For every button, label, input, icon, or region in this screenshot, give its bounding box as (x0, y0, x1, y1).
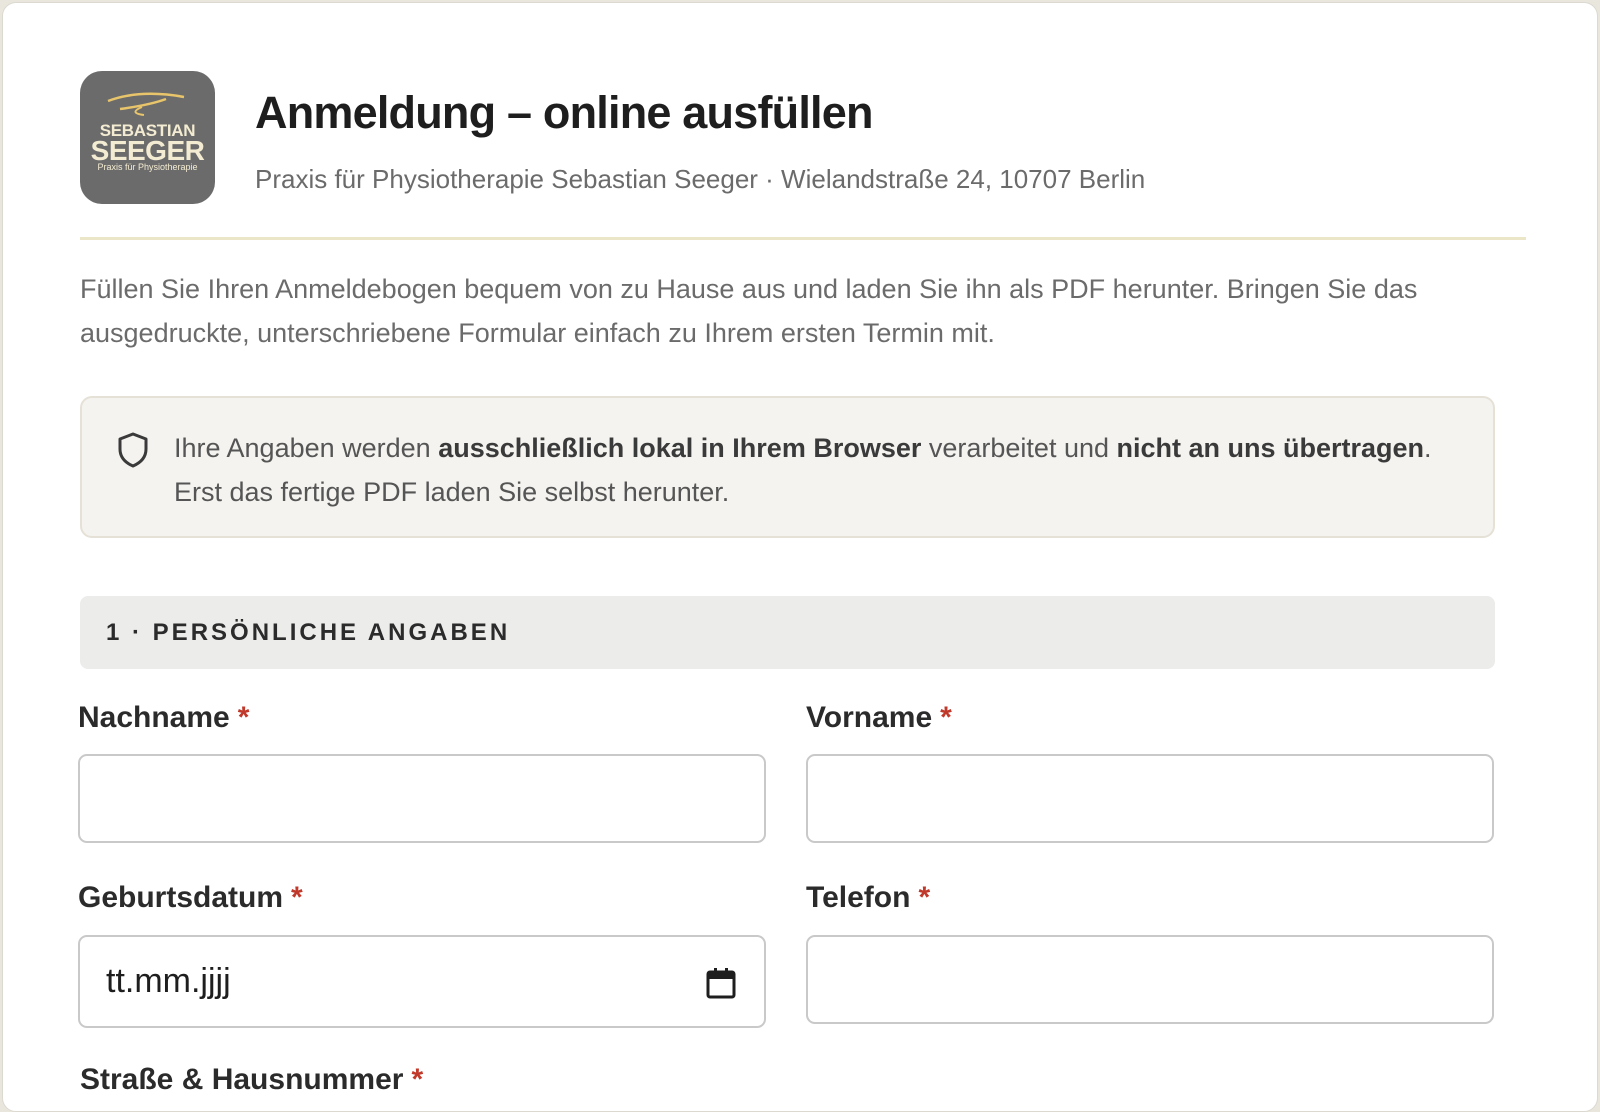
page-subtitle: Praxis für Physiotherapie Sebastian Seeg… (255, 164, 1146, 194)
page-header: SEBASTIAN SEEGER Praxis für Physiotherap… (80, 71, 1526, 240)
practice-logo: SEBASTIAN SEEGER Praxis für Physiotherap… (80, 71, 215, 204)
privacy-notice-text: Ihre Angaben werden ausschließlich lokal… (174, 426, 1464, 514)
intro-text: Füllen Sie Ihren Anmeldebogen bequem von… (80, 274, 1418, 348)
vorname-input[interactable] (806, 754, 1494, 843)
notice-text-1: Ihre Angaben werden (174, 433, 439, 463)
required-marker: * (237, 701, 250, 734)
notice-bold-1: ausschließlich lokal in Ihrem Browser (438, 433, 922, 463)
privacy-notice: Ihre Angaben werden ausschließlich lokal… (80, 396, 1495, 538)
shield-icon (118, 432, 148, 468)
geburtsdatum-label-text: Geburtsdatum (78, 881, 284, 914)
section-header-personal: 1 · PERSÖNLICHE ANGABEN (80, 596, 1495, 669)
nachname-input[interactable] (78, 754, 766, 843)
geburtsdatum-label: Geburtsdatum * (78, 881, 303, 915)
nachname-label: Nachname * (78, 701, 249, 735)
required-marker: * (411, 1063, 424, 1096)
strasse-label-text: Straße & Hausnummer (80, 1063, 404, 1096)
calendar-icon[interactable] (706, 967, 736, 999)
notice-text-2: verarbeitet und (921, 433, 1117, 463)
required-marker: * (940, 701, 952, 734)
telefon-label-text: Telefon (806, 881, 911, 914)
form-card: SEBASTIAN SEEGER Praxis für Physiotherap… (2, 2, 1598, 1112)
vorname-label: Vorname * (806, 701, 952, 735)
notice-bold-2: nicht an uns übertragen (1116, 433, 1425, 463)
strasse-label: Straße & Hausnummer * (80, 1063, 423, 1097)
telefon-label: Telefon * (806, 881, 930, 915)
nachname-label-text: Nachname (78, 701, 230, 734)
telefon-input[interactable] (806, 935, 1494, 1024)
required-marker: * (291, 881, 303, 914)
vorname-label-text: Vorname (806, 701, 933, 734)
section-title: 1 · PERSÖNLICHE ANGABEN (106, 619, 511, 646)
logo-line-3: Praxis für Physiotherapie (97, 162, 198, 172)
geburtsdatum-input[interactable] (78, 935, 766, 1028)
required-marker: * (918, 881, 931, 914)
page-title: Anmeldung – online ausfüllen (255, 87, 873, 138)
